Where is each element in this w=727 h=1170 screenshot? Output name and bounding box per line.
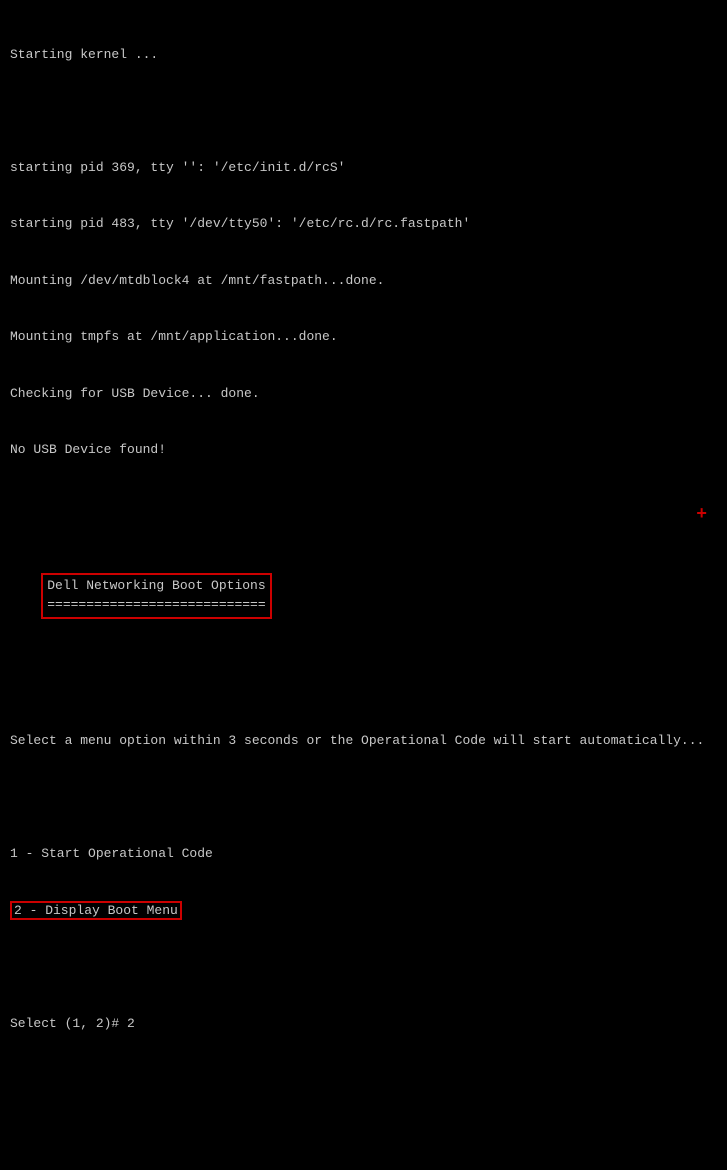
line-select-input: Select (1, 2)# 2 bbox=[10, 1015, 717, 1034]
line-pid369: starting pid 369, tty '': '/etc/init.d/r… bbox=[10, 159, 717, 178]
line-starting-kernel: Starting kernel ... bbox=[10, 46, 717, 65]
dell-networking-header: Dell Networking Boot Options ===========… bbox=[41, 573, 271, 619]
line-option1: 1 - Start Operational Code bbox=[10, 845, 717, 864]
line-mounting-mtd: Mounting /dev/mtdblock4 at /mnt/fastpath… bbox=[10, 272, 717, 291]
blank-line-5 bbox=[10, 958, 717, 977]
line-no-usb: No USB Device found! bbox=[10, 441, 717, 460]
line-checking-usb: Checking for USB Device... done. bbox=[10, 385, 717, 404]
blank-line-3 bbox=[10, 676, 717, 695]
option2-highlight: 2 - Display Boot Menu bbox=[10, 901, 182, 920]
line-mounting-tmpfs: Mounting tmpfs at /mnt/application...don… bbox=[10, 328, 717, 347]
blank-line-6 bbox=[10, 1071, 717, 1090]
blank-line-7 bbox=[10, 1128, 717, 1147]
line-dell-networking: Dell Networking Boot Options ===========… bbox=[10, 554, 717, 637]
blank-line-2 bbox=[10, 498, 717, 517]
terminal-screen: Starting kernel ... starting pid 369, tt… bbox=[10, 8, 717, 1170]
plus-icon: + bbox=[696, 505, 707, 525]
line-select-prompt: Select a menu option within 3 seconds or… bbox=[10, 732, 717, 751]
blank-line-4 bbox=[10, 789, 717, 808]
line-option2: 2 - Display Boot Menu bbox=[10, 902, 717, 921]
blank-line-1 bbox=[10, 102, 717, 121]
line-pid483: starting pid 483, tty '/dev/tty50': '/et… bbox=[10, 215, 717, 234]
